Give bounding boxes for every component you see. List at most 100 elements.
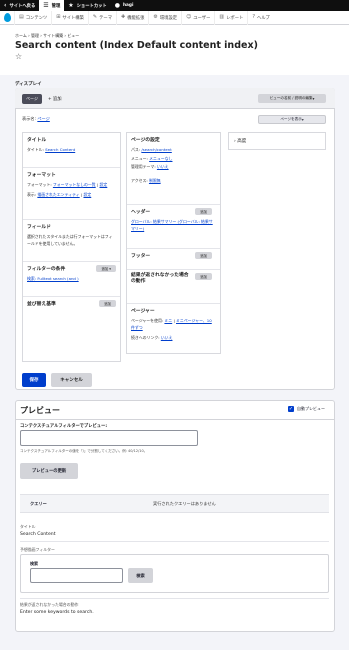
format-heading: フォーマット [27, 173, 56, 178]
tray-item-reports[interactable]: ▥ レポート [214, 10, 247, 25]
fields-block: フィールド 選択されたスタイルまたは行フォーマットはフィールドを使用していません… [23, 220, 120, 262]
header-add-button[interactable]: 追加 [195, 208, 212, 215]
output-title-value: Search Content [20, 532, 56, 537]
page-settings-heading: ページの設定 [131, 138, 160, 143]
filter-heading: フィルターの条件 [27, 267, 66, 272]
more-link[interactable]: いいえ [161, 335, 173, 340]
search-input[interactable] [30, 568, 123, 583]
tray-item-config[interactable]: ⚙ 環境設定 [148, 10, 181, 25]
format-block: フォーマット フォーマット: フォーマットなしの一覧 | 設定 表示: 描画され… [23, 168, 120, 220]
user-icon: ● [114, 1, 120, 9]
edit-view-name-button[interactable]: ビューの名前 / 説明の編集 ▾ [258, 94, 326, 103]
filter-add-button[interactable]: 追加 ▾ [96, 265, 116, 272]
empty-behavior-heading: 結果が返されなかった場合の動作 [131, 273, 189, 284]
arrow-left-icon: ‹ [4, 1, 7, 9]
empty-behavior-label: 結果が返されなかった場合の動作 [20, 602, 79, 607]
empty-behavior-add-button[interactable]: 追加 [195, 273, 212, 280]
column-basic: タイトル タイトル: Search Content フォーマット フォーマット:… [22, 132, 121, 362]
auto-preview-toggle[interactable]: ✓ 自動プレビュー [288, 406, 325, 412]
add-display-link[interactable]: + 追加 [48, 96, 62, 102]
pager-block: ページャー ページャーを使用: ミニ | ミニページャー、10 件ずつ 続きへの… [127, 304, 220, 355]
title-value-link[interactable]: Search Content [45, 147, 75, 152]
show-value-link[interactable]: 描画されたエンティティ [37, 192, 79, 197]
footer-heading: フッター [131, 254, 151, 259]
contextual-filter-label: コンテクスチュアルフィルターでプレビュー: [20, 424, 108, 429]
star-icon: ★ [68, 1, 74, 9]
display-section-label: ディスプレイ [15, 82, 42, 87]
view-page-button[interactable]: ページを表示 ▾ [258, 115, 326, 124]
title-heading: タイトル [27, 138, 47, 143]
fields-heading: フィールド [27, 225, 51, 230]
preview-divider [15, 419, 335, 420]
tray-item-content[interactable]: ▤ コンテンツ [14, 10, 51, 25]
sort-add-button[interactable]: 追加 [99, 300, 116, 307]
exposed-filters-label: 予想描画フィルター [20, 547, 55, 552]
column-page-settings: ページの設定 パス: /search/content メニュー: メニューなし … [126, 132, 221, 354]
output-title-label: タイトル [20, 524, 36, 529]
menu-link[interactable]: メニューなし [149, 156, 172, 161]
menu-icon: ☰ [43, 1, 49, 9]
search-label: 検索 [30, 561, 38, 566]
chevron-right-icon: › [234, 139, 236, 144]
tray-item-extend[interactable]: ✚ 機能拡張 [116, 10, 148, 25]
filter-item-link[interactable]: 検索: Fulltext search (and ) [27, 276, 79, 281]
preview-title: プレビュー [20, 406, 60, 415]
format-value-link[interactable]: フォーマットなしの一覧 [53, 182, 96, 187]
admin-theme-link[interactable]: いいえ [157, 164, 169, 169]
breadcrumb[interactable]: ホーム › 管理 › サイト構築 › ビュー [15, 33, 79, 39]
admin-tray: ▤ コンテンツ ⊞ サイト構築 ✎ テーマ ✚ 機能拡張 ⚙ 環境設定 ☺ ユーザー ▥ レポ… [0, 10, 349, 25]
content-icon: ▤ [19, 14, 24, 20]
show-settings-link[interactable]: 設定 [83, 192, 91, 197]
empty-behavior-block: 結果が返されなかった場合の動作 追加 [127, 270, 220, 304]
wrench-icon: ⚙ [153, 14, 158, 20]
path-link[interactable]: /search/content [141, 147, 171, 152]
tray-item-appearance[interactable]: ✎ テーマ [87, 10, 116, 25]
filter-block: フィルターの条件 追加 ▾ 検索: Fulltext search (and ) [23, 262, 120, 297]
back-to-site-link[interactable]: ‹ サイトへ戻る [0, 0, 39, 11]
footer-add-button[interactable]: 追加 [195, 252, 212, 259]
query-label: クエリー [30, 501, 47, 506]
puzzle-icon: ✚ [121, 14, 126, 20]
query-row: クエリー 実行されたクエリーはありません [20, 494, 329, 513]
checkbox-checked-icon[interactable]: ✓ [288, 406, 294, 412]
access-link[interactable]: 制限無 [149, 178, 161, 183]
tab-page[interactable]: ページ [22, 94, 42, 104]
output-divider [20, 541, 329, 542]
display-name-link[interactable]: ページ [37, 116, 49, 121]
output-divider-2 [20, 598, 329, 599]
title-block: タイトル タイトル: Search Content [23, 133, 120, 168]
manage-tab[interactable]: ☰ 管理 [39, 0, 65, 11]
admin-toolbar: ‹ サイトへ戻る ☰ 管理 ★ ショートカット ● hagi [0, 0, 349, 11]
fields-text: 選択されたスタイルまたは行フォーマットはフィールドを使用していません。 [27, 234, 113, 246]
footer-block: フッター 追加 [127, 249, 220, 270]
reports-icon: ▥ [219, 14, 225, 20]
sort-block: 並び替え基準 追加 [23, 297, 120, 319]
tray-item-people[interactable]: ☺ ユーザー [181, 10, 214, 25]
sort-heading: 並び替え基準 [27, 302, 56, 307]
contextual-filter-help: コンテクスチュアルフィルターの値を「/」で分割してください。例: 40/12/1… [20, 449, 148, 453]
header-item-link[interactable]: グローバル: 結果サマリー (グローバル: 結果サマリー) [131, 219, 213, 231]
people-icon: ☺ [186, 14, 192, 20]
format-settings-link[interactable]: 設定 [100, 182, 108, 187]
header-block: ヘッダー 追加 グローバル: 結果サマリー (グローバル: 結果サマリー) [127, 205, 220, 249]
advanced-toggle[interactable]: › 高度 [228, 132, 326, 150]
drupal-logo-icon[interactable] [0, 11, 14, 25]
search-button[interactable]: 検索 [128, 568, 153, 583]
tray-item-help[interactable]: ? ヘルプ [247, 10, 274, 25]
header-heading: ヘッダー [131, 210, 151, 215]
query-value: 実行されたクエリーはありません [153, 501, 216, 506]
shortcuts-tab[interactable]: ★ ショートカット [64, 0, 110, 11]
contextual-filter-input[interactable] [20, 430, 198, 446]
shortcut-star-icon[interactable]: ☆ [15, 52, 22, 61]
help-icon: ? [252, 14, 255, 20]
pager-heading: ページャー [131, 309, 155, 314]
page-title: Search content (Index Default content in… [15, 40, 258, 51]
empty-behavior-value: Enter some keywords to search. [20, 610, 94, 615]
display-name-row: 表示名: ページ [22, 116, 50, 121]
save-button[interactable]: 保存 [22, 373, 46, 387]
tray-item-structure[interactable]: ⊞ サイト構築 [51, 10, 88, 25]
update-preview-button[interactable]: プレビューの更新 [20, 463, 78, 479]
appearance-icon: ✎ [92, 14, 98, 20]
cancel-button[interactable]: キャンセル [51, 373, 92, 387]
user-tab[interactable]: ● hagi [111, 0, 138, 11]
